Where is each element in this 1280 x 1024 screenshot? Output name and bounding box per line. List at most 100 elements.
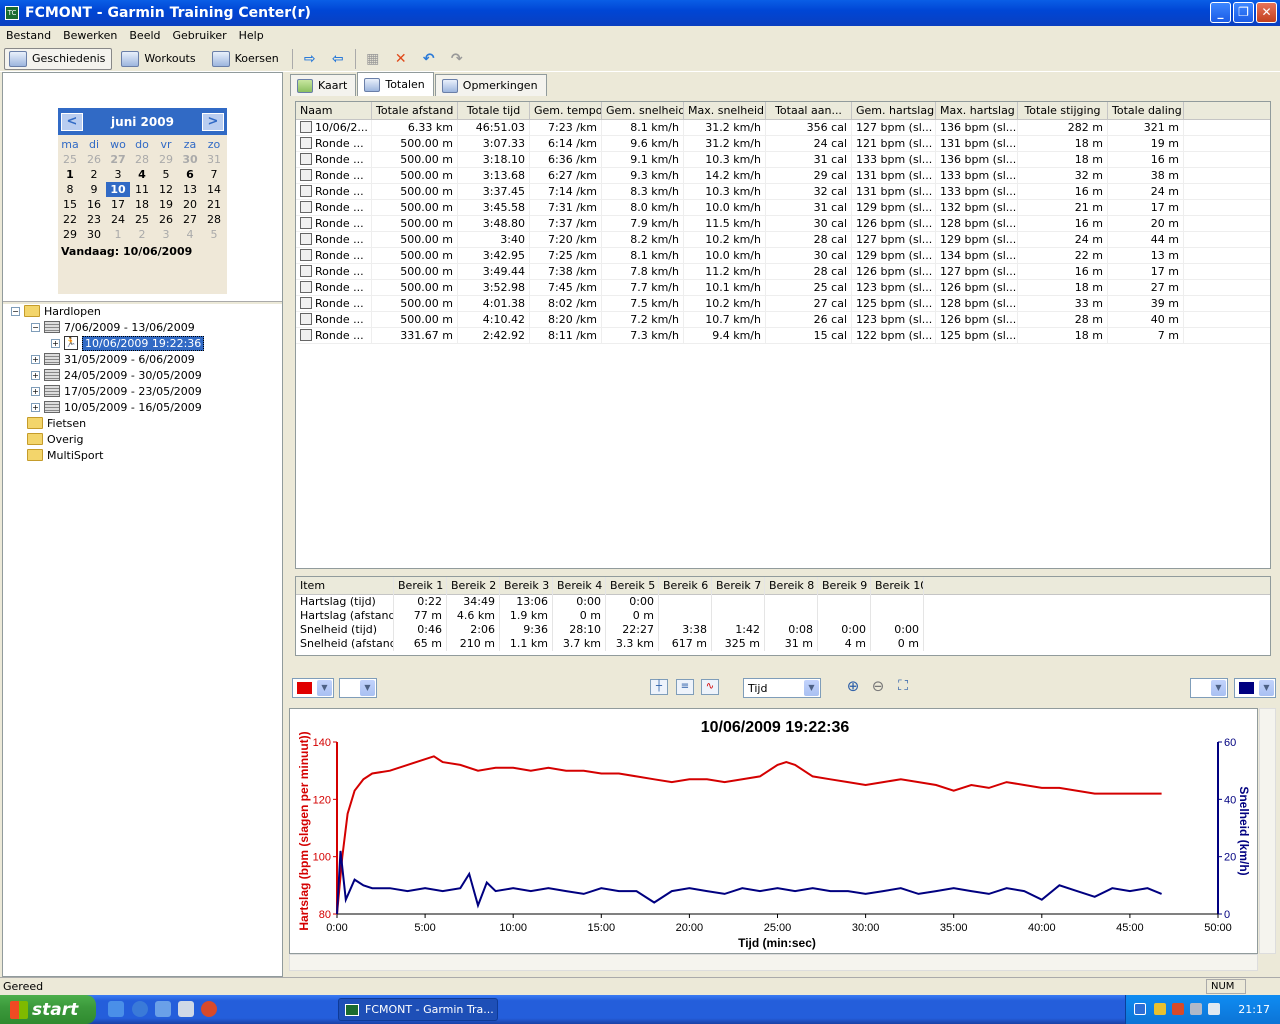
tray-network-icon[interactable]	[1190, 1003, 1202, 1015]
calendar-day[interactable]: 27	[106, 152, 130, 167]
zones-column-header[interactable]: Bereik 9	[818, 577, 871, 595]
zoom-in-icon[interactable]: ⊕	[844, 679, 862, 695]
zoom-out-icon[interactable]: ⊖	[869, 679, 887, 695]
tree-item-activity[interactable]: + 🏃 10/06/2009 19:22:36	[51, 335, 205, 351]
calendar-day[interactable]: 29	[58, 227, 82, 242]
clock[interactable]: 21:17	[1238, 1003, 1270, 1016]
zones-column-header[interactable]: Bereik 3	[500, 577, 553, 595]
table-row-lap[interactable]: Ronde ... 500.00 m 3:52.98 7:45 /km 7.7 km/h…	[296, 280, 1270, 296]
tree-item-week[interactable]: + 17/05/2009 - 23/05/2009	[31, 383, 202, 399]
calendar-day[interactable]: 25	[130, 212, 154, 227]
tree-item-week[interactable]: + 24/05/2009 - 30/05/2009	[31, 367, 202, 383]
calendar-day[interactable]: 1	[58, 167, 82, 182]
column-header[interactable]: Totale tijd	[458, 102, 530, 120]
tab-totalen[interactable]: Totalen	[357, 72, 434, 96]
table-row-lap[interactable]: Ronde ... 500.00 m 4:01.38 8:02 /km 7.5 km/h…	[296, 296, 1270, 312]
zones-column-header[interactable]: Bereik 1	[394, 577, 447, 595]
column-header[interactable]: Max. snelheid	[684, 102, 766, 120]
calendar-day[interactable]: 15	[58, 197, 82, 212]
table-row-lap[interactable]: Ronde ... 500.00 m 4:10.42 8:20 /km 7.2 km/h…	[296, 312, 1270, 328]
calendar-day[interactable]: 10	[106, 182, 130, 197]
start-button[interactable]: start	[0, 995, 96, 1024]
quicklaunch-desktop-icon[interactable]	[178, 1001, 194, 1017]
calendar-day[interactable]: 28	[202, 212, 226, 227]
courses-button[interactable]: Koersen	[207, 48, 286, 70]
zones-column-header[interactable]: Bereik 4	[553, 577, 606, 595]
column-header[interactable]: Max. hartslag	[936, 102, 1018, 120]
tree-item-week[interactable]: + 31/05/2009 - 6/06/2009	[31, 351, 195, 367]
heart-rate-speed-chart[interactable]: 10/06/2009 19:22:36 0:00 5:00 10:00 15:00 20…	[290, 709, 1257, 953]
zones-column-header[interactable]: Bereik 8	[765, 577, 818, 595]
expand-icon[interactable]: +	[31, 370, 40, 380]
expand-icon[interactable]: +	[31, 354, 40, 364]
zones-row[interactable]: Hartslag (afstand) 77 m 4.6 km 1.9 km 0 m0 m	[296, 609, 1270, 623]
tray-security-icon[interactable]	[1154, 1003, 1166, 1015]
calendar-day[interactable]: 5	[202, 227, 226, 242]
calendar-day[interactable]: 26	[154, 212, 178, 227]
quicklaunch-ie-icon[interactable]	[132, 1001, 148, 1017]
table-row-lap[interactable]: Ronde ... 500.00 m 3:37.45 7:14 /km 8.3 km/h…	[296, 184, 1270, 200]
tab-kaart[interactable]: Kaart	[290, 74, 357, 96]
tab-opmerkingen[interactable]: Opmerkingen	[434, 74, 547, 96]
calendar-day[interactable]: 3	[106, 167, 130, 182]
calendar-day[interactable]: 2	[130, 227, 154, 242]
table-row-lap[interactable]: Ronde ... 500.00 m 3:42.95 7:25 /km 8.1 km/h…	[296, 248, 1270, 264]
zones-column-header[interactable]: Bereik 10	[871, 577, 924, 595]
table-row-activity[interactable]: 10/06/2... 6.33 km 46:51.03 7:23 /km 8.1 km/…	[296, 120, 1270, 136]
calendar-day[interactable]: 1	[106, 227, 130, 242]
column-header[interactable]: Gem. hartslag	[852, 102, 936, 120]
column-header[interactable]: Totale daling	[1108, 102, 1184, 120]
calendar-day[interactable]: 19	[154, 197, 178, 212]
calendar-day[interactable]: 21	[202, 197, 226, 212]
menu-beeld[interactable]: Beeld	[123, 29, 166, 42]
calendar-day[interactable]: 9	[82, 182, 106, 197]
calendar-day[interactable]: 17	[106, 197, 130, 212]
receive-from-device-icon[interactable]: ⇦	[327, 50, 349, 68]
calendar-day[interactable]: 26	[82, 152, 106, 167]
quicklaunch-explorer-icon[interactable]	[108, 1001, 124, 1017]
calendar-day[interactable]: 4	[130, 167, 154, 182]
minimize-button[interactable]: _	[1210, 2, 1231, 23]
calendar-day[interactable]: 31	[202, 152, 226, 167]
table-row-lap[interactable]: Ronde ... 500.00 m 3:45.58 7:31 /km 8.0 km/h…	[296, 200, 1270, 216]
zones-row[interactable]: Hartslag (tijd) 0:22 34:49 13:06 0:00 0:00	[296, 595, 1270, 609]
tree-item-multisport[interactable]: MultiSport	[27, 447, 103, 463]
calendar-day[interactable]: 28	[130, 152, 154, 167]
tree-item-week[interactable]: − 7/06/2009 - 13/06/2009	[31, 319, 195, 335]
menu-bewerken[interactable]: Bewerken	[57, 29, 123, 42]
redo-icon[interactable]: ↷	[446, 50, 468, 68]
calendar-day[interactable]: 7	[202, 167, 226, 182]
tree-item-hardlopen[interactable]: − Hardlopen	[11, 303, 101, 319]
left-series-select[interactable]: ▼	[339, 678, 377, 698]
quicklaunch-media-icon[interactable]	[201, 1001, 217, 1017]
calendar-day[interactable]: 24	[106, 212, 130, 227]
calendar-day[interactable]: 4	[178, 227, 202, 242]
menu-bestand[interactable]: Bestand	[0, 29, 57, 42]
tree-item-fietsen[interactable]: Fietsen	[27, 415, 86, 431]
menu-help[interactable]: Help	[233, 29, 270, 42]
zones-row[interactable]: Snelheid (afstand) 65 m 210 m 1.1 km 3.7 km 3…	[296, 637, 1270, 651]
column-header[interactable]: Gem. tempo	[530, 102, 602, 120]
calendar-day[interactable]: 30	[178, 152, 202, 167]
taskbar-app-button[interactable]: FCMONT - Garmin Tra...	[338, 998, 498, 1021]
zoom-fit-icon[interactable]: ⛶	[894, 679, 912, 695]
calendar-day[interactable]: 8	[58, 182, 82, 197]
restore-button[interactable]: ❐	[1233, 2, 1254, 23]
delete-icon[interactable]: ✕	[390, 50, 412, 68]
undo-icon[interactable]: ↶	[418, 50, 440, 68]
collapse-icon[interactable]: −	[31, 322, 40, 332]
smoothing-icon[interactable]: ∿	[701, 679, 719, 695]
tree-item-week[interactable]: + 10/05/2009 - 16/05/2009	[31, 399, 202, 415]
menu-gebruiker[interactable]: Gebruiker	[167, 29, 233, 42]
expand-icon[interactable]: +	[51, 338, 60, 348]
zones-row[interactable]: Snelheid (tijd) 0:46 2:06 9:36 28:10 22:27 3:3…	[296, 623, 1270, 637]
zones-column-header[interactable]: Bereik 6	[659, 577, 712, 595]
table-row-lap[interactable]: Ronde ... 500.00 m 3:49.44 7:38 /km 7.8 km/h…	[296, 264, 1270, 280]
calendar-day[interactable]: 14	[202, 182, 226, 197]
calendar-day[interactable]: 5	[154, 167, 178, 182]
graph-horizontal-scrollbar[interactable]	[289, 954, 1258, 971]
quicklaunch-email-icon[interactable]	[155, 1001, 171, 1017]
x-axis-select[interactable]: Tijd ▼	[743, 678, 821, 698]
history-button[interactable]: Geschiedenis	[4, 47, 113, 70]
column-header[interactable]: Gem. snelheid	[602, 102, 684, 120]
